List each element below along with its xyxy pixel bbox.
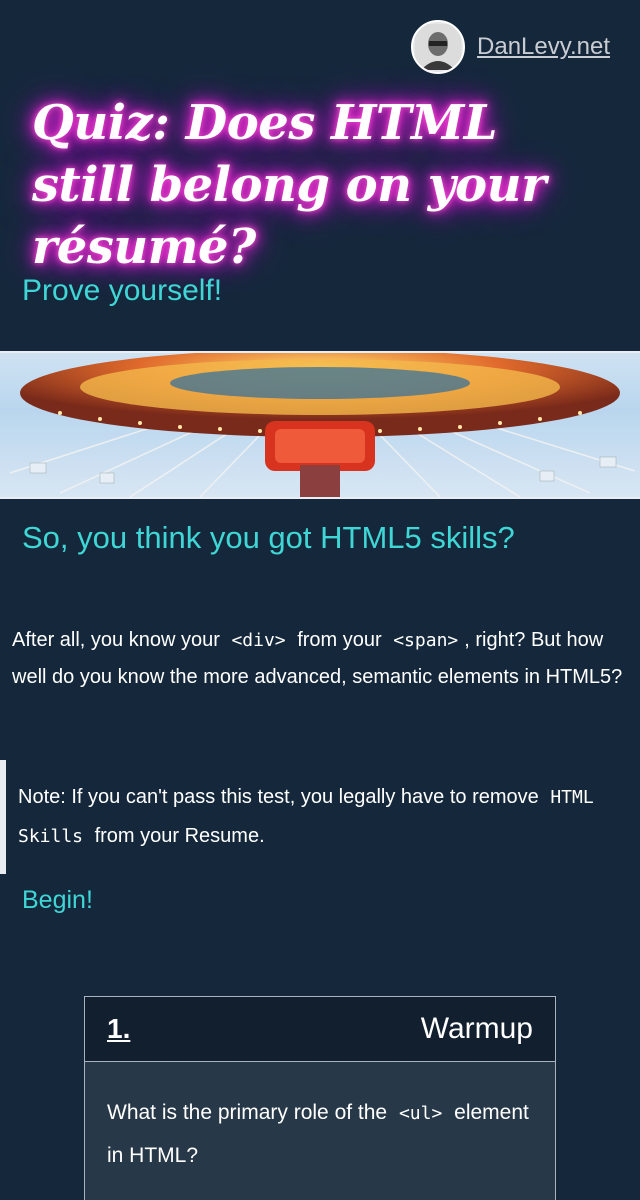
avatar[interactable] <box>411 20 466 74</box>
intro-text-2: from your <box>297 629 382 651</box>
question-body: What is the primary role of the <ul> ele… <box>85 1062 555 1200</box>
question-header: 1. Warmup <box>85 997 555 1062</box>
quiz-page: DanLevy.net Quiz: Does HTML still belong… <box>0 0 640 1200</box>
page-title: Quiz: Does HTML still belong on your rés… <box>32 95 546 275</box>
note-blockquote: Note: If you can't pass this test, you l… <box>0 760 610 874</box>
hero-image <box>0 351 640 499</box>
site-link[interactable]: DanLevy.net <box>477 33 610 61</box>
question-category: Warmup <box>420 1012 533 1045</box>
person-avatar-icon <box>415 24 462 70</box>
question-number[interactable]: 1. <box>107 1013 130 1045</box>
page-subtitle: Prove yourself! <box>22 274 223 307</box>
question-text-1: What is the primary role of the <box>107 1101 388 1124</box>
code-span: <span> <box>393 630 459 651</box>
begin-link[interactable]: Begin! <box>22 886 93 915</box>
intro-text-1: After all, you know your <box>12 629 220 651</box>
question-card: 1. Warmup What is the primary role of th… <box>84 996 556 1200</box>
code-div: <div> <box>231 630 286 651</box>
carousel-photo-icon <box>9 353 636 497</box>
note-text-1: Note: If you can't pass this test, you l… <box>18 786 539 808</box>
note-text-2: from your Resume. <box>94 825 265 847</box>
intro-paragraph: After all, you know your <div> from your… <box>12 622 632 696</box>
question-code: <ul> <box>398 1103 443 1124</box>
site-header: DanLevy.net <box>411 20 610 74</box>
intro-heading: So, you think you got HTML5 skills? <box>22 520 515 555</box>
